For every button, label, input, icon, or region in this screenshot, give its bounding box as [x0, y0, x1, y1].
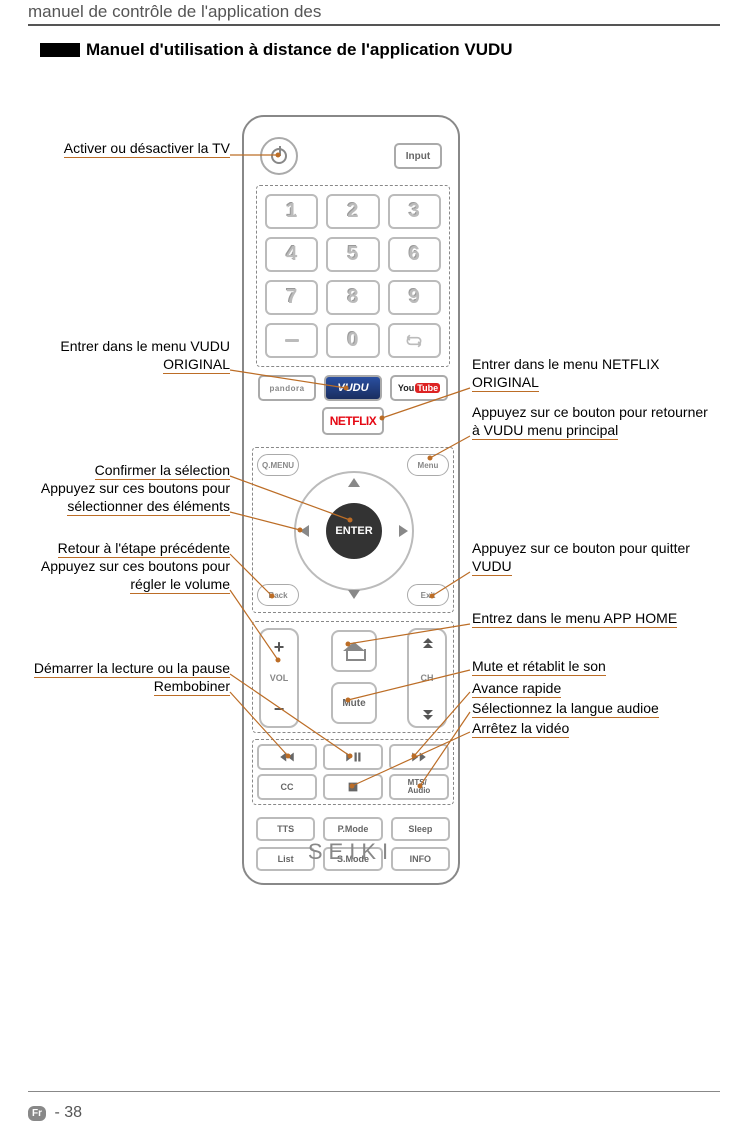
- callout-vol-line1: Appuyez sur ces boutons pour: [0, 558, 230, 574]
- callout-select-line2: sélectionner des éléments: [0, 498, 230, 514]
- callout-mute: Mute et rétablit le son: [472, 658, 742, 674]
- callout-exit-line2: VUDU: [472, 558, 742, 574]
- callout-playpause: Démarrer la lecture ou la pause: [0, 660, 230, 676]
- callout-ff: Avance rapide: [472, 680, 742, 696]
- page-dash: -: [50, 1104, 64, 1122]
- mts-audio-button[interactable]: MTS/ Audio: [389, 774, 449, 800]
- stop-button[interactable]: [323, 774, 383, 800]
- num-dash[interactable]: [265, 323, 318, 358]
- section-title-row: Manuel d'utilisation à distance de l'app…: [40, 40, 513, 60]
- rewind-button[interactable]: [257, 744, 317, 770]
- vudu-button[interactable]: VUDU: [324, 375, 382, 401]
- num-9[interactable]: 9: [388, 280, 441, 315]
- power-icon: [271, 148, 287, 164]
- dpad-left-icon[interactable]: [300, 525, 309, 537]
- fast-forward-button[interactable]: [389, 744, 449, 770]
- callout-power: Activer ou désactiver la TV: [0, 140, 230, 156]
- page-header: manuel de contrôle de l'application des: [28, 2, 321, 22]
- section-title: Manuel d'utilisation à distance de l'app…: [86, 40, 513, 60]
- num-1[interactable]: 1: [265, 194, 318, 229]
- play-pause-icon: [344, 750, 362, 764]
- dpad: ENTER: [294, 456, 414, 606]
- callout-audio: Sélectionnez la langue audioe: [472, 700, 742, 716]
- num-recall[interactable]: [388, 323, 441, 358]
- callout-confirm: Confirmer la sélection: [0, 462, 230, 478]
- tts-button[interactable]: TTS: [256, 817, 315, 841]
- callout-menu-line2: à VUDU menu principal: [472, 422, 742, 438]
- sleep-button[interactable]: Sleep: [391, 817, 450, 841]
- num-2[interactable]: 2: [326, 194, 379, 229]
- page-footer: Fr - 38: [28, 1104, 82, 1122]
- remote-body: Input 1 2 3 4 5 6 7 8 9 0 pandora VUDU N: [242, 115, 460, 885]
- callout-netflix-line2: ORIGINAL: [472, 374, 742, 390]
- home-icon: [345, 643, 363, 659]
- mid-group: + VOL − Mute CH: [252, 621, 454, 733]
- enter-button[interactable]: ENTER: [326, 503, 382, 559]
- dpad-right-icon[interactable]: [399, 525, 408, 537]
- pmode-button[interactable]: P.Mode: [323, 817, 382, 841]
- numpad-group: 1 2 3 4 5 6 7 8 9 0: [256, 185, 450, 367]
- callout-vol-line2: régler le volume: [0, 576, 230, 592]
- callout-rewind: Rembobiner: [0, 678, 230, 694]
- volume-rocker[interactable]: + VOL −: [259, 628, 299, 728]
- qmenu-button[interactable]: Q.MENU: [257, 454, 299, 476]
- nav-group: Q.MENU Menu Back Exit ENTER: [252, 447, 454, 613]
- playback-group: CC MTS/ Audio: [252, 739, 454, 805]
- mute-button[interactable]: Mute: [331, 682, 377, 724]
- pandora-button[interactable]: pandora: [258, 375, 316, 401]
- header-rule: [28, 24, 720, 26]
- footer-rule: [28, 1091, 720, 1092]
- home-button[interactable]: [331, 630, 377, 672]
- lang-badge: Fr: [28, 1106, 46, 1121]
- section-title-bar: [40, 43, 80, 57]
- ch-up-icon: [420, 638, 434, 646]
- callout-home: Entrez dans le menu APP HOME: [472, 610, 742, 626]
- input-button[interactable]: Input: [394, 143, 442, 169]
- back-button[interactable]: Back: [257, 584, 299, 606]
- num-0[interactable]: 0: [326, 323, 379, 358]
- vol-minus-icon: −: [274, 700, 285, 718]
- num-8[interactable]: 8: [326, 280, 379, 315]
- page-number: 38: [64, 1104, 82, 1122]
- num-3[interactable]: 3: [388, 194, 441, 229]
- fast-forward-icon: [410, 750, 428, 764]
- extra-row-1: TTS P.Mode Sleep: [256, 817, 450, 841]
- callout-vudu-line1: Entrer dans le menu VUDU: [0, 338, 230, 354]
- netflix-button[interactable]: NETFLIX: [322, 407, 384, 435]
- youtube-button[interactable]: [390, 375, 448, 401]
- callout-stop: Arrêtez la vidéo: [472, 720, 742, 736]
- play-pause-button[interactable]: [323, 744, 383, 770]
- ch-down-icon: [420, 710, 434, 718]
- cc-button[interactable]: CC: [257, 774, 317, 800]
- recall-icon: [404, 332, 424, 350]
- dpad-down-icon[interactable]: [348, 590, 360, 599]
- callout-exit-line1: Appuyez sur ce bouton pour quitter: [472, 540, 742, 556]
- num-6[interactable]: 6: [388, 237, 441, 272]
- callout-menu-line1: Appuyez sur ce bouton pour retourner: [472, 404, 742, 420]
- vol-label: VOL: [270, 673, 289, 683]
- app-row: pandora VUDU: [258, 375, 448, 401]
- callout-vudu-line2: ORIGINAL: [0, 356, 230, 372]
- num-5[interactable]: 5: [326, 237, 379, 272]
- callout-back: Retour à l'étape précédente: [0, 540, 230, 556]
- vol-plus-icon: +: [274, 638, 285, 656]
- channel-rocker[interactable]: CH: [407, 628, 447, 728]
- brand-label: SEIKI: [244, 839, 458, 865]
- callout-netflix-line1: Entrer dans le menu NETFLIX: [472, 356, 742, 372]
- dpad-up-icon[interactable]: [348, 478, 360, 487]
- power-button[interactable]: [260, 137, 298, 175]
- rewind-icon: [278, 750, 296, 764]
- callout-select-line1: Appuyez sur ces boutons pour: [0, 480, 230, 496]
- stop-icon: [344, 780, 362, 794]
- num-4[interactable]: 4: [265, 237, 318, 272]
- ch-label: CH: [421, 673, 434, 683]
- num-7[interactable]: 7: [265, 280, 318, 315]
